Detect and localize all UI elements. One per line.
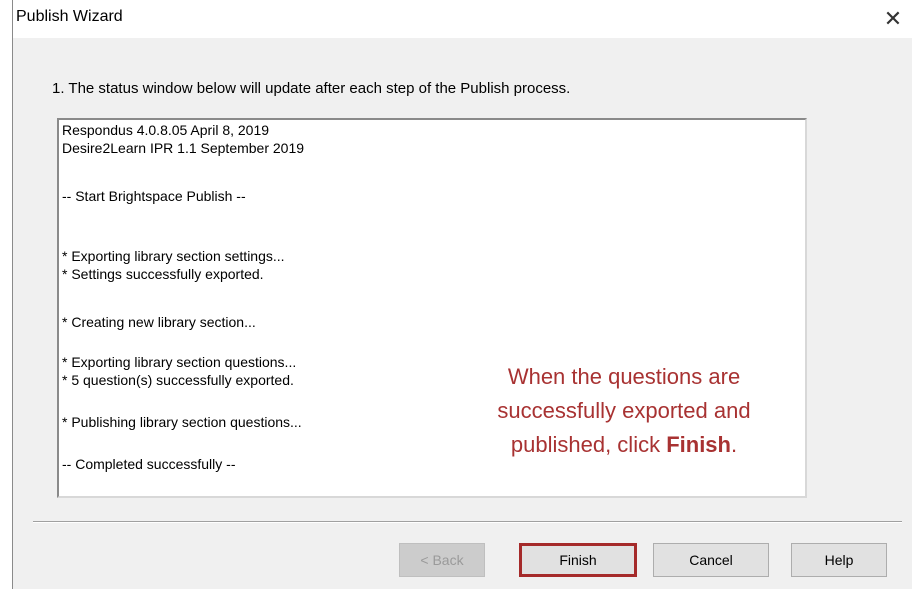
log-line: * 5 question(s) successfully exported. [62, 372, 294, 388]
callout-line: published, click Finish. [459, 428, 789, 462]
status-window[interactable]: Respondus 4.0.8.05 April 8, 2019 Desire2… [57, 118, 807, 498]
publish-wizard-dialog: Publish Wizard ✕ 1. The status window be… [12, 0, 912, 589]
callout-text: . [730, 432, 738, 457]
finish-button[interactable]: Finish [519, 543, 637, 577]
divider [33, 521, 902, 523]
back-button[interactable]: < Back [399, 543, 485, 577]
instruction-callout: When the questions are successfully expo… [459, 360, 789, 462]
log-line: * Settings successfully exported. [62, 266, 264, 282]
window-title: Publish Wizard [16, 8, 123, 25]
callout-line: When the questions are [507, 364, 741, 389]
title-bar: Publish Wizard ✕ [13, 0, 912, 38]
log-line: * Publishing library section questions..… [62, 414, 302, 430]
log-line: Respondus 4.0.8.05 April 8, 2019 [62, 122, 270, 138]
step-instruction: 1. The status window below will update a… [52, 80, 571, 97]
help-button[interactable]: Help [791, 543, 887, 577]
log-line: * Exporting library section questions... [62, 354, 297, 370]
callout-text: published, click [510, 432, 667, 457]
callout-line: successfully exported and [497, 398, 751, 423]
log-line: * Creating new library section... [62, 314, 256, 330]
log-line: -- Completed successfully -- [62, 456, 236, 472]
log-line: -- Start Brightspace Publish -- [62, 188, 246, 204]
close-icon[interactable]: ✕ [874, 0, 912, 38]
log-line: * Exporting library section settings... [62, 248, 285, 264]
cancel-button[interactable]: Cancel [653, 543, 769, 577]
callout-bold-finish: Finish [666, 432, 731, 457]
log-line: Desire2Learn IPR 1.1 September 2019 [62, 140, 305, 156]
